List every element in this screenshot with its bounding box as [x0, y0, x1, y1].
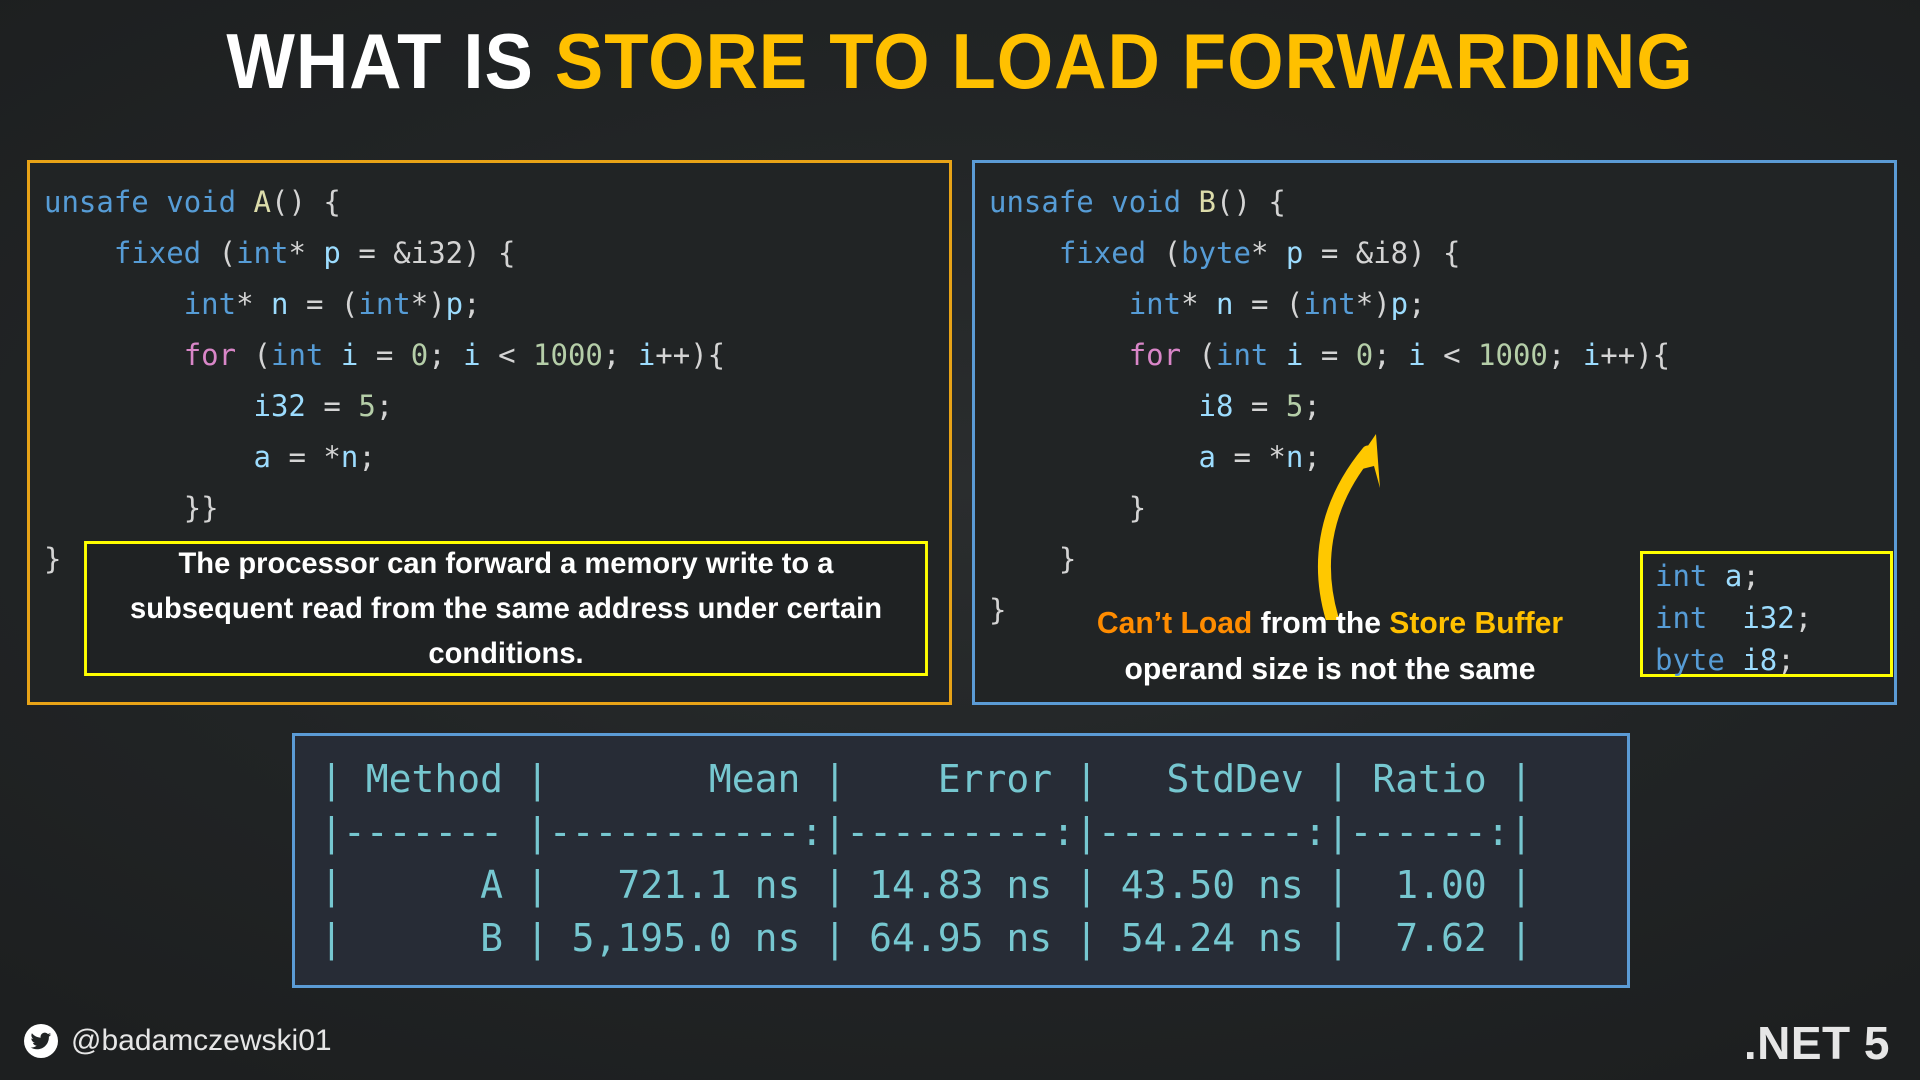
twitter-handle[interactable]: @badamczewski01 [71, 1024, 332, 1058]
page-title: WHAT IS STORE TO LOAD FORWARDING [67, 14, 1853, 108]
callout-box: The processor can forward a memory write… [84, 541, 928, 676]
benchmark-table-text: | Method | Mean | Error | StdDev | Ratio… [320, 757, 1533, 960]
annotation-from-the: from the [1252, 605, 1390, 640]
footer-social[interactable]: @badamczewski01 [24, 1024, 332, 1058]
slide-root: WHAT IS STORE TO LOAD FORWARDING unsafe … [0, 0, 1920, 1080]
declarations-box: int a; int i32; byte i8; [1640, 551, 1893, 677]
twitter-icon[interactable] [24, 1024, 58, 1058]
callout-text: The processor can forward a memory write… [130, 547, 882, 670]
curved-arrow-icon [1317, 434, 1380, 620]
decl-lines: int a; int i32; byte i8; [1655, 559, 1813, 677]
platform-badge: .NET 5 [1743, 1017, 1890, 1069]
annotation-cant-load: Can’t Load [1096, 605, 1253, 640]
annotation-text: Can’t Load from the Store Buffer operand… [1020, 600, 1641, 692]
title-yellow-part: STORE TO LOAD FORWARDING [554, 17, 1694, 105]
title-white-part: WHAT IS [226, 17, 555, 105]
annotation-line-1: Can’t Load from the Store Buffer [1020, 600, 1641, 646]
annotation-store-buffer: Store Buffer [1389, 605, 1564, 640]
benchmark-table: | Method | Mean | Error | StdDev | Ratio… [292, 733, 1630, 988]
code-line-a: unsafe void A() { fixed (int* p = &i32) … [44, 185, 726, 576]
annotation-line-2: operand size is not the same [1124, 651, 1536, 686]
